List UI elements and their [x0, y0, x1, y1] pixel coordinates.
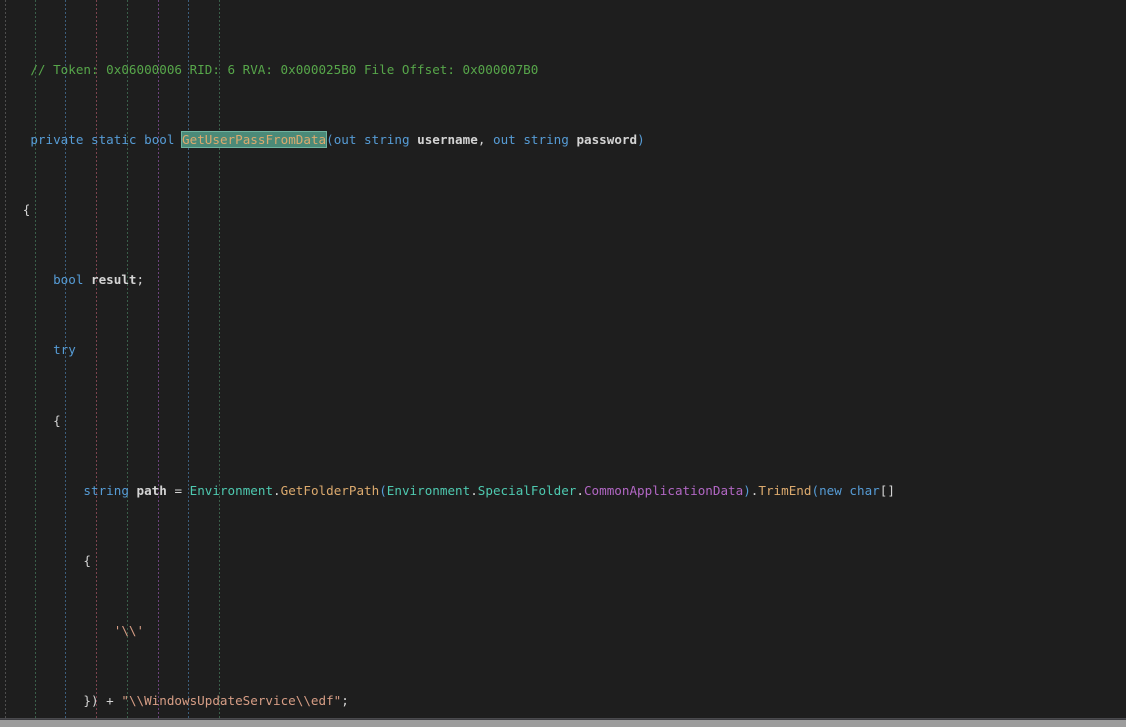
code-line: bool result; — [0, 271, 1126, 289]
method-trimend: TrimEnd — [758, 483, 811, 498]
keyword-out-2: out — [493, 132, 516, 147]
code-line: }) + "\\WindowsUpdateService\\edf"; — [0, 692, 1126, 710]
param-username: username — [417, 132, 478, 147]
code-line: '\\' — [0, 622, 1126, 640]
keyword-bool-local: bool — [53, 272, 83, 287]
keyword-string-path: string — [83, 483, 129, 498]
keyword-string-1: string — [364, 132, 410, 147]
code-line-brace: { — [0, 201, 1126, 219]
type-environment-2: Environment — [387, 483, 470, 498]
code-line-signature: private static bool GetUserPassFromData(… — [0, 131, 1126, 149]
method-name-highlight[interactable]: GetUserPassFromData — [182, 132, 326, 147]
keyword-static: static — [91, 132, 137, 147]
prop-specialfolder: SpecialFolder — [478, 483, 577, 498]
local-path: path — [137, 483, 167, 498]
code-line: try — [0, 341, 1126, 359]
code-editor-pane[interactable]: // Token: 0x06000006 RID: 6 RVA: 0x00002… — [0, 0, 1126, 727]
keyword-char-1: char — [849, 483, 879, 498]
metadata-comment: // Token: 0x06000006 RID: 6 RVA: 0x00002… — [30, 62, 538, 77]
code-line: // Token: 0x06000006 RID: 6 RVA: 0x00002… — [0, 61, 1126, 79]
decompiled-code-listing[interactable]: // Token: 0x06000006 RID: 6 RVA: 0x00002… — [0, 8, 1126, 727]
code-line: string path = Environment.GetFolderPath(… — [0, 482, 1126, 500]
horizontal-scrollbar-thumb[interactable] — [0, 720, 1126, 727]
string-literal-path-suffix: "\\WindowsUpdateService\\edf" — [121, 693, 341, 708]
local-result: result — [91, 272, 137, 287]
char-literal-backslash: '\\' — [114, 623, 144, 638]
code-line-brace: { — [0, 412, 1126, 430]
keyword-string-2: string — [523, 132, 569, 147]
param-password: password — [576, 132, 637, 147]
method-getfolderpath: GetFolderPath — [281, 483, 380, 498]
keyword-new-1: new — [819, 483, 842, 498]
enum-commonapplicationdata: CommonApplicationData — [584, 483, 743, 498]
code-line-brace: { — [0, 552, 1126, 570]
keyword-try: try — [53, 342, 76, 357]
keyword-out-1: out — [334, 132, 357, 147]
horizontal-scrollbar[interactable] — [0, 718, 1126, 727]
keyword-bool: bool — [144, 132, 174, 147]
type-environment-1: Environment — [190, 483, 273, 498]
keyword-private: private — [30, 132, 83, 147]
